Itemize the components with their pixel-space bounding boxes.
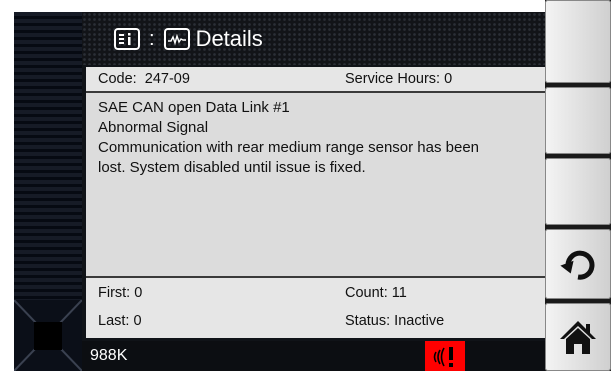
fault-status: Status: Inactive — [345, 313, 445, 329]
occurrence-count: Count: 11 — [345, 285, 407, 301]
code-label: Code: 247-09 — [98, 71, 190, 87]
service-hours-value: 0 — [444, 71, 453, 87]
left-nav-button[interactable] — [13, 299, 83, 372]
service-hours-label: Service Hours: 0 — [345, 71, 453, 87]
title-separator: : — [149, 27, 155, 50]
home-button[interactable] — [545, 303, 611, 371]
description-line: SAE CAN open Data Link #1 — [98, 99, 290, 116]
display-screen: : Details Code: 247-09 Service Hours: 0 … — [82, 12, 545, 371]
blank-button-1[interactable] — [545, 0, 611, 83]
undo-arrow-icon — [560, 250, 595, 280]
blank-button-2[interactable] — [545, 87, 611, 154]
blank-button-3[interactable] — [545, 158, 611, 225]
left-decor-panel — [14, 12, 83, 300]
nav-cross-icon — [13, 299, 83, 372]
status-bar: 988K — [82, 341, 545, 371]
sensor-alert-icon[interactable] — [425, 341, 465, 371]
title-bar: : Details — [82, 12, 545, 65]
back-button[interactable] — [545, 229, 611, 299]
page-title: Details — [195, 26, 263, 51]
first-occurrence: First: 0 — [98, 285, 143, 301]
description-line: lost. System disabled until issue is fix… — [98, 159, 366, 176]
waveform-icon — [163, 28, 190, 50]
machine-model: 988K — [90, 347, 128, 364]
info-list-icon — [114, 28, 140, 50]
home-icon — [560, 321, 596, 354]
fault-stats: First: 0 Count: 11 Last: 0 Status: Inact… — [86, 278, 545, 338]
description-line: Communication with rear medium range sen… — [98, 139, 480, 156]
fault-description: SAE CAN open Data Link #1 Abnormal Signa… — [86, 93, 545, 276]
details-panel: Code: 247-09 Service Hours: 0 SAE CAN op… — [86, 67, 545, 338]
code-row: Code: 247-09 Service Hours: 0 — [86, 67, 545, 93]
last-occurrence: Last: 0 — [98, 313, 142, 329]
description-line: Abnormal Signal — [98, 119, 209, 136]
fault-code: 247-09 — [144, 71, 190, 87]
soft-key-column — [545, 0, 611, 371]
